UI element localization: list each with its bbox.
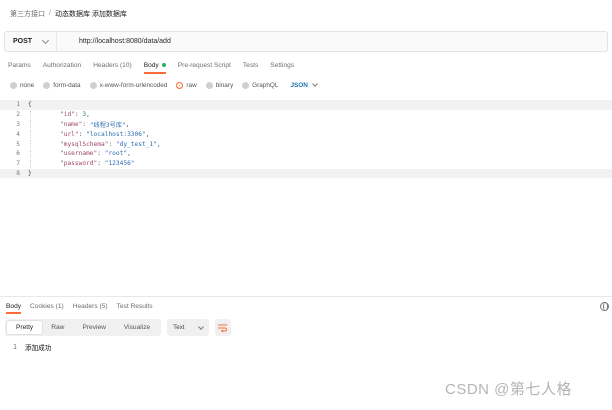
body-format-label: JSON [290, 81, 308, 89]
radio-selected-icon [176, 81, 184, 89]
view-visualize-button[interactable]: Visualize [115, 321, 159, 334]
breadcrumb-separator: / [49, 10, 51, 17]
tab-headers[interactable]: Headers (10) [93, 56, 131, 74]
json-value: "dy_test_1" [115, 140, 157, 148]
response-tabs: Body Cookies (1) Headers (5) Test Result… [0, 298, 612, 314]
radio-icon [10, 81, 17, 89]
indent-guide [30, 110, 60, 119]
json-key: "username" [60, 150, 98, 158]
breadcrumb: 第三方接口 / 动态数据库 添加数据库 [0, 0, 612, 27]
tab-cookies[interactable]: Cookies (1) [30, 298, 64, 314]
pane-divider[interactable] [0, 296, 612, 297]
body-option-form-data[interactable]: form-data [43, 81, 81, 89]
line-number: 3 [16, 120, 20, 128]
view-mode-toggle: Pretty Raw Preview Visualize [5, 319, 162, 336]
response-body: 1 添加成功 [0, 342, 51, 352]
breadcrumb-current[interactable]: 动态数据库 添加数据库 [55, 9, 127, 19]
code-line: 2 "id": 3, [0, 110, 612, 120]
line-number: 1 [13, 343, 17, 351]
json-key: "password" [60, 160, 98, 168]
line-number: 7 [16, 160, 20, 168]
json-value: "localhost:3306" [86, 130, 146, 138]
line-number: 8 [16, 169, 20, 177]
radio-icon [43, 81, 51, 89]
indent-guide [30, 149, 60, 158]
wrap-icon [218, 324, 228, 332]
body-option-form-data-label: form-data [53, 81, 81, 89]
watermark: CSDN @第七人格 [445, 381, 572, 398]
json-key: "mysqlSchema" [60, 140, 109, 148]
body-option-graphql-label: GraphQL [252, 81, 279, 89]
tab-settings[interactable]: Settings [270, 56, 294, 74]
json-value: "root" [104, 150, 128, 158]
chevron-down-icon [312, 81, 318, 87]
line-number: 4 [16, 130, 20, 138]
url-input[interactable]: http://localhost:8080/data/add [57, 38, 171, 45]
status-dot-icon [161, 63, 166, 67]
tab-response-body[interactable]: Body [6, 298, 22, 314]
response-view-toolbar: Pretty Raw Preview Visualize Text [5, 319, 231, 336]
json-key: "id" [60, 111, 75, 119]
code-line: 1 { [0, 100, 612, 110]
tab-body-label: Body [143, 61, 159, 69]
code-line: 6 "username": "root", [0, 149, 612, 159]
response-text: 添加成功 [25, 345, 52, 352]
chevron-down-icon [41, 36, 50, 44]
indent-guide [30, 120, 60, 129]
open-brace: { [28, 101, 32, 109]
indent-guide [30, 140, 60, 149]
body-type-options: none form-data x-www-form-urlencoded raw… [0, 78, 612, 92]
globe-icon[interactable] [600, 302, 609, 311]
tab-tests[interactable]: Tests [243, 56, 258, 74]
indent-guide [30, 130, 60, 139]
line-number: 6 [16, 150, 20, 158]
code-line: 7 "password": "123456" [0, 159, 612, 169]
body-option-raw-label: raw [186, 81, 197, 89]
wrap-lines-button[interactable] [214, 319, 231, 336]
code-line: 3 "name": "线程3号库", [0, 120, 612, 130]
radio-icon [89, 81, 97, 89]
chevron-down-icon [197, 323, 204, 330]
body-option-binary-label: binary [215, 81, 234, 89]
body-option-none[interactable]: none [10, 81, 35, 89]
code-line: 5 "mysqlSchema": "dy_test_1", [0, 139, 612, 149]
response-format-label: Text [173, 324, 185, 331]
tab-body[interactable]: Body [143, 56, 166, 74]
tab-params[interactable]: Params [8, 56, 31, 74]
json-key: "url" [60, 130, 79, 138]
body-option-binary[interactable]: binary [205, 81, 234, 89]
body-format-select[interactable]: JSON [290, 81, 318, 89]
json-value: "线程3号库" [89, 121, 126, 129]
indent-guide [30, 159, 60, 168]
tab-response-headers[interactable]: Headers (5) [73, 298, 108, 314]
tab-test-results[interactable]: Test Results [117, 298, 153, 314]
radio-icon [242, 81, 250, 89]
breadcrumb-parent[interactable]: 第三方接口 [10, 9, 45, 19]
tab-pre-request-script[interactable]: Pre-request Script [178, 56, 231, 74]
url-bar: POST http://localhost:8080/data/add [4, 31, 608, 52]
view-raw-button[interactable]: Raw [42, 321, 73, 334]
radio-icon [205, 81, 213, 89]
method-select[interactable]: POST [5, 32, 57, 51]
request-tabs: Params Authorization Headers (10) Body P… [0, 56, 612, 74]
body-option-graphql[interactable]: GraphQL [242, 81, 279, 89]
tab-authorization[interactable]: Authorization [43, 56, 82, 74]
code-line: 4 "url": "localhost:3306", [0, 129, 612, 139]
view-pretty-button[interactable]: Pretty [7, 321, 43, 334]
line-number: 2 [16, 111, 20, 119]
json-key: "name" [60, 120, 83, 128]
body-option-raw[interactable]: raw [176, 81, 197, 89]
line-number: 1 [16, 101, 20, 109]
code-line: 8 } [0, 168, 612, 179]
body-option-none-label: none [20, 81, 35, 89]
view-preview-button[interactable]: Preview [73, 321, 114, 334]
response-format-select[interactable]: Text [167, 319, 209, 336]
body-option-urlencoded[interactable]: x-www-form-urlencoded [89, 81, 168, 89]
json-value: "123456" [104, 160, 135, 168]
line-number: 5 [16, 140, 20, 148]
close-brace: } [28, 169, 32, 177]
json-body-editor[interactable]: 1 { 2 "id": 3, 3 "name": "线程3号库", 4 "url… [0, 100, 612, 182]
method-label: POST [13, 38, 33, 45]
body-option-urlencoded-label: x-www-form-urlencoded [99, 81, 168, 89]
